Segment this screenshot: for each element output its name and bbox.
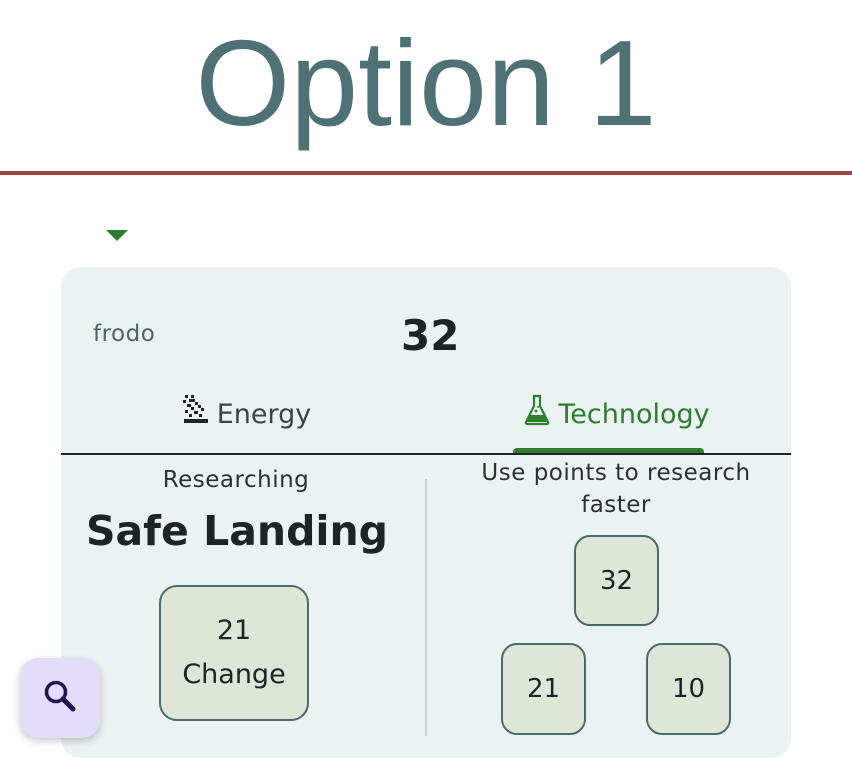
energy-icon [181,393,211,436]
change-research-button[interactable]: 21 Change [159,585,309,721]
collapse-toggle-icon[interactable] [106,230,128,241]
tab-energy-label: Energy [216,399,312,430]
tabs-divider [61,453,791,455]
change-button-label: Change [182,659,286,690]
player-name: frodo [93,321,156,347]
player-score: 32 [401,311,460,360]
flask-icon [522,393,552,438]
researching-label: Researching [162,467,310,493]
title-divider [0,171,852,175]
use-points-button[interactable]: 10 [646,643,731,735]
page-title: Option 1 [195,15,657,151]
tab-technology[interactable]: Technology [501,393,731,455]
search-button[interactable] [20,658,100,738]
use-points-button[interactable]: 32 [574,535,659,626]
points-instructions: Use points to research faster [481,460,751,518]
tab-energy[interactable]: Energy [161,393,331,455]
research-project-name: Safe Landing [85,507,389,555]
use-points-button[interactable]: 21 [501,643,586,735]
change-button-value: 21 [216,615,252,646]
column-divider [425,479,427,736]
tab-technology-label: Technology [558,399,710,430]
search-icon [42,678,78,718]
game-card: frodo 32 Energy Technology Researching S… [61,267,791,758]
